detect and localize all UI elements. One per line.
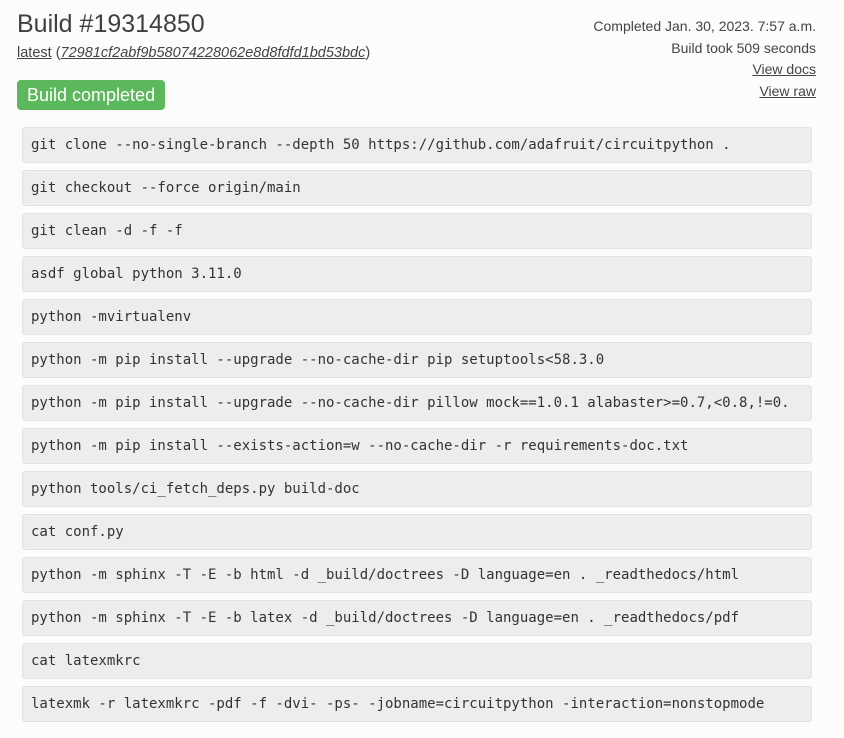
- build-duration: Build took 509 seconds: [671, 39, 816, 56]
- completed-timestamp: Completed Jan. 30, 2023. 7:57 a.m.: [593, 18, 816, 34]
- build-command[interactable]: latexmk -r latexmkrc -pdf -f -dvi- -ps- …: [22, 686, 812, 722]
- build-command[interactable]: cat latexmkrc: [22, 643, 812, 679]
- build-version-ref: latest (72981cf2abf9b58074228062e8d8fdfd…: [17, 45, 370, 61]
- build-command[interactable]: git clone --no-single-branch --depth 50 …: [22, 127, 812, 163]
- build-status-badge: Build completed: [17, 80, 166, 110]
- build-meta: Completed Jan. 30, 2023. 7:57 a.m. Build…: [593, 16, 816, 102]
- build-command[interactable]: python -m pip install --exists-action=w …: [22, 428, 812, 464]
- build-command[interactable]: python tools/ci_fetch_deps.py build-doc: [22, 471, 812, 507]
- build-command[interactable]: git checkout --force origin/main: [22, 170, 812, 206]
- build-command[interactable]: python -m sphinx -T -E -b html -d _build…: [22, 557, 812, 593]
- view-docs-link[interactable]: View docs: [593, 59, 816, 81]
- build-command[interactable]: python -m pip install --upgrade --no-cac…: [22, 385, 812, 421]
- build-command[interactable]: python -mvirtualenv: [22, 299, 812, 335]
- view-raw-link[interactable]: View raw: [593, 81, 816, 103]
- commit-link[interactable]: 72981cf2abf9b58074228062e8d8fdfd1bd53bdc: [61, 45, 366, 61]
- build-command[interactable]: asdf global python 3.11.0: [22, 256, 812, 292]
- commit-close-paren: ): [365, 45, 371, 61]
- version-link[interactable]: latest: [17, 45, 52, 61]
- build-command[interactable]: python -m sphinx -T -E -b latex -d _buil…: [22, 600, 812, 636]
- build-command-list: git clone --no-single-branch --depth 50 …: [22, 127, 812, 729]
- build-title: Build #19314850: [17, 10, 205, 38]
- build-command[interactable]: python -m pip install --upgrade --no-cac…: [22, 342, 812, 378]
- build-command[interactable]: git clean -d -f -f: [22, 213, 812, 249]
- build-command[interactable]: cat conf.py: [22, 514, 812, 550]
